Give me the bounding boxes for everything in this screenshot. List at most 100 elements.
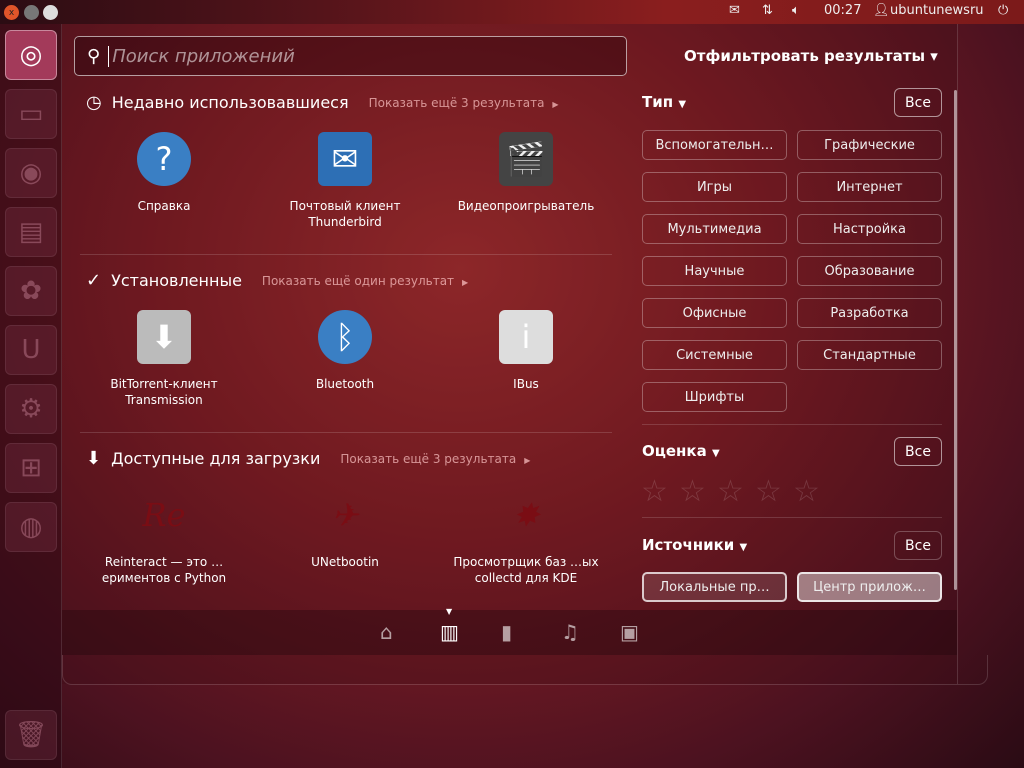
app-icon: Re: [142, 496, 186, 534]
launcher-ubuntu-one-icon[interactable]: U: [5, 325, 57, 375]
volume-icon[interactable]: 🔈︎: [792, 3, 800, 18]
download-icon: ⬇: [86, 448, 102, 469]
type-filter-button[interactable]: Графические: [797, 130, 942, 160]
close-window-button[interactable]: x: [4, 5, 19, 20]
trash-icon[interactable]: 🗑︎: [5, 710, 57, 760]
app-item[interactable]: Re Reinteract — это …ериментов с Python: [79, 488, 249, 586]
user-name[interactable]: ubuntunewsru: [890, 3, 984, 18]
mail-icon[interactable]: ✉: [729, 3, 740, 18]
section-title: Недавно использовавшиеся: [111, 93, 349, 112]
launcher-disc-icon[interactable]: ◍: [5, 502, 57, 552]
app-name: Почтовый клиент Thunderbird: [289, 199, 401, 229]
sources-all-button[interactable]: Все: [894, 531, 942, 560]
filter-results-toggle[interactable]: Отфильтровать результаты ▾: [684, 47, 938, 65]
app-icon: i: [499, 310, 553, 364]
app-name: Просмотрщик баз …ых collectd для KDE: [453, 555, 599, 585]
app-name: IBus: [513, 377, 539, 391]
type-filter-button[interactable]: Игры: [642, 172, 787, 202]
type-filter-button[interactable]: Системные: [642, 340, 787, 370]
show-more-link[interactable]: Показать ещё 3 результата ▶: [340, 452, 530, 466]
search-input[interactable]: ⚲ Поиск приложений: [74, 36, 627, 76]
launcher-libreoffice-impress-icon[interactable]: ▤: [5, 207, 57, 257]
launcher-software-center-icon[interactable]: ✿: [5, 266, 57, 316]
type-filter-button[interactable]: Мультимедиа: [642, 214, 787, 244]
filter-rating-header[interactable]: Оценка ▼: [642, 442, 720, 460]
app-icon: 🎬: [499, 132, 553, 186]
star-icon[interactable]: ☆: [717, 474, 744, 509]
app-item[interactable]: ᛒ Bluetooth: [260, 310, 430, 392]
divider: [80, 432, 612, 433]
type-filter-button[interactable]: Интернет: [797, 172, 942, 202]
app-icon: ⬇: [137, 310, 191, 364]
app-item[interactable]: ⬇ BitTorrent-клиент Transmission: [79, 310, 249, 408]
app-item[interactable]: ✈ UNetbootin: [260, 488, 430, 570]
files-icon[interactable]: ▮: [501, 620, 512, 644]
section-title: Установленные: [111, 271, 242, 290]
app-name: Видеопроигрыватель: [457, 199, 595, 213]
show-more-label: Показать ещё 3 результата: [340, 451, 517, 466]
top-panel: x ✉ ⇅ 🔈︎ 00:27 👤︎ ubuntunewsru ⏻: [0, 0, 1024, 24]
show-more-label: Показать ещё один результат: [261, 273, 455, 288]
app-item[interactable]: ✸ Просмотрщик баз …ых collectd для KDE: [441, 488, 611, 586]
app-icon: ✈: [331, 496, 359, 534]
app-item[interactable]: 🎬 Видеопроигрыватель: [441, 132, 611, 214]
app-item[interactable]: ? Справка: [79, 132, 249, 214]
show-more-label: Показать ещё 3 результата: [368, 95, 545, 110]
launcher-workspaces-icon[interactable]: ⊞: [5, 443, 57, 493]
scrollbar[interactable]: [954, 90, 957, 590]
music-icon[interactable]: ♫: [561, 620, 579, 644]
app-item[interactable]: i IBus: [441, 310, 611, 392]
chevron-right-icon: ▶: [524, 455, 531, 465]
star-icon[interactable]: ☆: [641, 474, 668, 509]
chevron-right-icon: ▶: [462, 277, 469, 287]
type-filter-button[interactable]: Стандартные: [797, 340, 942, 370]
launcher-ubuntu-dash-icon[interactable]: ◎: [5, 30, 57, 80]
filter-type-header[interactable]: Тип ▼: [642, 93, 686, 111]
power-icon[interactable]: ⏻: [998, 3, 1008, 18]
dash-frame-edge: [957, 24, 989, 684]
app-icon: ?: [137, 132, 191, 186]
source-software-center-button[interactable]: Центр прилож…: [797, 572, 942, 602]
minimize-window-button[interactable]: [24, 5, 39, 20]
type-filter-button[interactable]: Шрифты: [642, 382, 787, 412]
type-filter-button[interactable]: Офисные: [642, 298, 787, 328]
filter-sources-header[interactable]: Источники ▼: [642, 536, 747, 554]
divider: [642, 424, 942, 425]
star-icon[interactable]: ☆: [793, 474, 820, 509]
type-filter-button[interactable]: Разработка: [797, 298, 942, 328]
app-name: Reinteract — это …ериментов с Python: [101, 555, 227, 585]
rating-all-button[interactable]: Все: [894, 437, 942, 466]
app-name: Справка: [137, 199, 191, 213]
divider: [642, 517, 942, 518]
star-icon[interactable]: ☆: [679, 474, 706, 509]
network-icon[interactable]: ⇅: [762, 3, 773, 18]
search-icon: ⚲: [87, 45, 101, 67]
show-more-link[interactable]: Показать ещё один результат ▶: [262, 274, 468, 288]
type-filter-button[interactable]: Настройка: [797, 214, 942, 244]
app-name: BitTorrent-клиент Transmission: [110, 377, 218, 407]
type-filter-button[interactable]: Вспомогательн…: [642, 130, 787, 160]
chevron-right-icon: ▶: [552, 99, 559, 109]
type-filter-button[interactable]: Образование: [797, 256, 942, 286]
maximize-window-button[interactable]: [43, 5, 58, 20]
launcher-files-icon[interactable]: ▭: [5, 89, 57, 139]
type-all-button[interactable]: Все: [894, 88, 942, 117]
applications-icon[interactable]: ▥: [440, 620, 459, 644]
check-icon: ✓: [86, 270, 102, 291]
star-icon[interactable]: ☆: [755, 474, 782, 509]
section-header: ◷ Недавно использовавшиеся Показать ещё 3 …: [86, 92, 559, 113]
launcher-firefox-icon[interactable]: ◉: [5, 148, 57, 198]
clock-icon: ◷: [86, 92, 102, 113]
source-local-button[interactable]: Локальные пр…: [642, 572, 787, 602]
type-filter-button[interactable]: Научные: [642, 256, 787, 286]
show-more-link[interactable]: Показать ещё 3 результата ▶: [369, 96, 559, 110]
launcher-system-settings-icon[interactable]: ⚙: [5, 384, 57, 434]
home-icon[interactable]: ⌂: [380, 620, 393, 644]
section-header: ⬇ Доступные для загрузки Показать ещё 3 ре…: [86, 448, 530, 469]
filter-rating-label: Оценка: [642, 442, 707, 460]
search-placeholder: Поиск приложений: [108, 45, 295, 67]
user-icon[interactable]: 👤︎: [873, 3, 890, 18]
clock[interactable]: 00:27: [824, 3, 861, 18]
app-item[interactable]: ✉ Почтовый клиент Thunderbird: [260, 132, 430, 230]
video-icon[interactable]: ▣: [620, 620, 639, 644]
